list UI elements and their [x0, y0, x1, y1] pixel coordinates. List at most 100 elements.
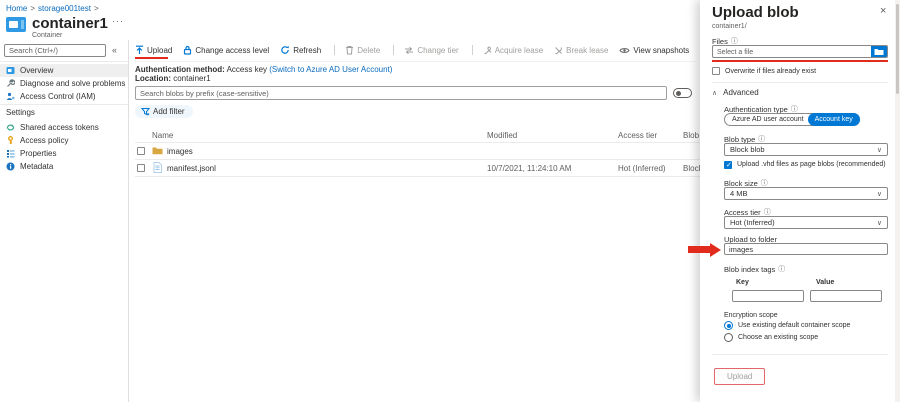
sidebar-item-metadata[interactable]: Metadata — [0, 160, 128, 173]
panel-upload-button[interactable]: Upload — [714, 368, 765, 385]
tags-value-header: Value — [816, 279, 834, 286]
browse-folder-icon — [874, 48, 884, 56]
metadata-info-icon — [6, 162, 15, 171]
access-policy-key-icon — [6, 136, 15, 145]
browse-files-button[interactable] — [871, 46, 887, 57]
auth-type-toggle: Azure AD user account Account key — [724, 113, 860, 126]
tags-key-header: Key — [736, 279, 749, 286]
upload-to-folder-input[interactable] — [724, 243, 888, 255]
sidebar-item-access-policy[interactable]: Access policy — [0, 134, 128, 147]
annotation-upload-underline — [135, 57, 168, 59]
table-row[interactable]: manifest.jsonl 10/7/2021, 11:24:10 AM Ho… — [135, 160, 700, 176]
chevron-down-icon: ∨ — [877, 219, 882, 227]
table-row[interactable]: images — [135, 143, 700, 159]
vhd-checkbox[interactable] — [724, 161, 732, 169]
tag-key-input[interactable] — [732, 290, 804, 302]
folder-icon — [152, 146, 163, 155]
column-header-name[interactable]: Name — [152, 131, 173, 140]
panel-scrollbar[interactable] — [895, 0, 900, 402]
location-line: Location: container1 — [135, 74, 211, 83]
annotation-files-underline — [712, 60, 888, 62]
breadcrumb-separator: > — [94, 4, 99, 13]
blob-name[interactable]: images — [167, 147, 193, 156]
sidebar-item-label: Properties — [20, 149, 56, 158]
sidebar-item-label: Diagnose and solve problems — [20, 79, 125, 88]
column-header-modified[interactable]: Modified — [487, 131, 517, 140]
breadcrumb-storage-link[interactable]: storage001test — [38, 4, 91, 13]
break-lease-button[interactable]: Break lease — [554, 46, 608, 55]
auth-option-azure-ad[interactable]: Azure AD user account — [725, 116, 809, 123]
encryption-option-existing: Choose an existing scope — [738, 334, 818, 341]
encryption-default-radio-row[interactable]: Use existing default container scope — [724, 321, 850, 330]
switch-auth-link[interactable]: (Switch to Azure AD User Account) — [269, 65, 392, 74]
break-lease-icon — [554, 46, 563, 55]
auth-method-value: Access key — [227, 65, 267, 74]
vhd-checkbox-row[interactable]: Upload .vhd files as page blobs (recomme… — [724, 161, 888, 169]
sidebar-item-label: Overview — [20, 66, 53, 75]
add-filter-button[interactable]: Add filter — [135, 105, 193, 118]
shared-access-tokens-icon — [6, 123, 15, 132]
sidebar-item-properties[interactable]: Properties — [0, 147, 128, 160]
breadcrumb-separator: > — [30, 4, 35, 13]
title-more-menu[interactable]: ··· — [112, 16, 124, 26]
close-icon[interactable]: × — [880, 5, 886, 17]
sidebar-item-label: Metadata — [20, 162, 53, 171]
overwrite-checkbox-row[interactable]: Overwrite if files already exist — [712, 67, 816, 75]
blob-index-tags-label: Blob index tagsⓘ — [724, 264, 785, 274]
block-size-select[interactable]: 4 MB ∨ — [724, 187, 888, 200]
change-access-level-button[interactable]: Change access level — [183, 45, 269, 55]
toolbar-separator — [472, 45, 473, 55]
view-snapshots-button[interactable]: View snapshots — [619, 46, 689, 55]
lock-icon — [183, 45, 192, 55]
access-tier-value: Hot (Inferred) — [730, 218, 775, 227]
sidebar-item-overview[interactable]: Overview — [0, 64, 128, 77]
file-picker-field[interactable]: Select a file — [712, 45, 888, 58]
change-tier-button[interactable]: Change tier — [404, 46, 458, 55]
sidebar-collapse-button[interactable]: « — [112, 45, 117, 55]
column-header-access-tier[interactable]: Access tier — [618, 131, 657, 140]
row-checkbox[interactable] — [137, 164, 145, 172]
row-checkbox[interactable] — [137, 147, 145, 155]
tag-value-input[interactable] — [810, 290, 882, 302]
eye-icon — [619, 46, 630, 55]
encryption-existing-radio-row[interactable]: Choose an existing scope — [724, 333, 818, 342]
sidebar-search-input[interactable] — [4, 44, 106, 57]
blob-access-tier: Hot (Inferred) — [618, 164, 666, 173]
breadcrumb-home-link[interactable]: Home — [6, 4, 27, 13]
blob-name[interactable]: manifest.jsonl — [167, 164, 216, 173]
trash-icon — [345, 45, 354, 55]
upload-button[interactable]: Upload — [135, 45, 172, 55]
page-title: container1 — [32, 15, 108, 32]
refresh-button[interactable]: Refresh — [280, 45, 321, 55]
blob-type-select[interactable]: Block blob ∨ — [724, 143, 888, 156]
sidebar-item-access-control[interactable]: Access Control (IAM) — [0, 90, 128, 103]
blob-type-value: Block blob — [730, 145, 765, 154]
chevron-down-icon: ∨ — [877, 146, 882, 154]
sidebar-item-label: Shared access tokens — [20, 123, 99, 132]
overwrite-checkbox[interactable] — [712, 67, 720, 75]
delete-button[interactable]: Delete — [345, 45, 380, 55]
authentication-method-line: Authentication method: Access key (Switc… — [135, 65, 392, 74]
search-depth-toggle[interactable] — [673, 88, 692, 98]
breadcrumb: Home>storage001test> — [6, 4, 102, 13]
encryption-scope-label: Encryption scope — [724, 312, 778, 319]
block-size-value: 4 MB — [730, 189, 748, 198]
radio-unselected-icon[interactable] — [724, 333, 733, 342]
advanced-section-toggle[interactable]: ∧ Advanced — [712, 88, 759, 97]
lease-icon — [483, 46, 492, 55]
overwrite-label: Overwrite if files already exist — [725, 68, 816, 75]
change-tier-icon — [404, 46, 414, 55]
iam-person-icon — [6, 92, 15, 101]
acquire-lease-button[interactable]: Acquire lease — [483, 46, 543, 55]
sidebar-item-shared-access-tokens[interactable]: Shared access tokens — [0, 121, 128, 134]
sidebar-settings-header: Settings — [6, 108, 35, 117]
sidebar-item-diagnose[interactable]: Diagnose and solve problems — [0, 77, 128, 90]
blob-prefix-search-input[interactable] — [135, 86, 667, 100]
access-tier-select[interactable]: Hot (Inferred) ∨ — [724, 216, 888, 229]
auth-method-label: Authentication method: — [135, 65, 225, 74]
chevron-down-icon: ∨ — [877, 190, 882, 198]
auth-option-account-key[interactable]: Account key — [808, 113, 860, 126]
info-icon: ⓘ — [778, 264, 785, 274]
radio-selected-icon[interactable] — [724, 321, 733, 330]
container-icon — [6, 66, 15, 75]
